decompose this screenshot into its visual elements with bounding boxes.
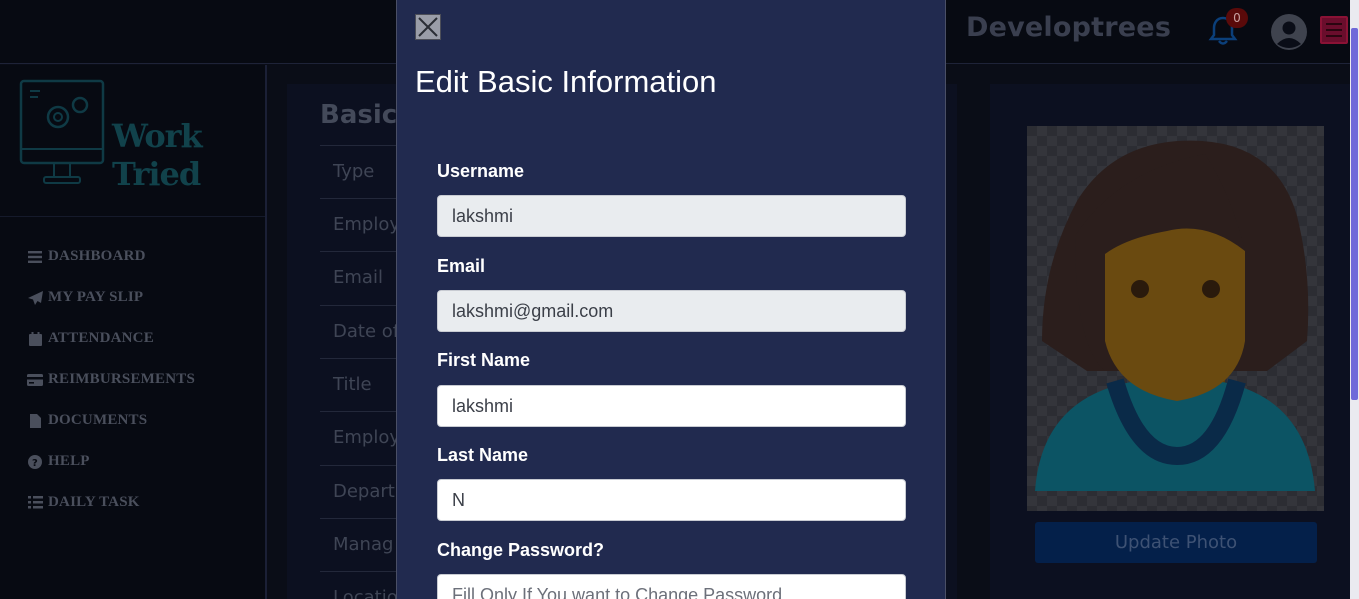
list-icon [26, 496, 44, 510]
info-row-label: Depart [333, 481, 395, 502]
logo[interactable]: Work Tried [0, 65, 265, 217]
sidebar-item-label: ATTENDANCE [48, 330, 154, 346]
info-row-label: Email [333, 267, 383, 288]
notification-badge: 0 [1226, 8, 1248, 28]
change-password-label: Change Password? [437, 540, 605, 560]
basic-info-title: Basic [320, 100, 398, 130]
user-avatar-icon[interactable] [1270, 13, 1308, 51]
sidebar-item-label: DASHBOARD [48, 248, 146, 264]
svg-text:?: ? [32, 458, 38, 469]
sidebar-item-dashboard[interactable]: DASHBOARD [26, 236, 195, 277]
info-row-label: Manag [333, 534, 394, 555]
info-row-label: Employ [333, 214, 400, 235]
hamburger-menu-button[interactable] [1320, 16, 1348, 44]
update-photo-button[interactable]: Update Photo [1035, 522, 1317, 563]
sidebar: Work Tried DASHBOARD MY PAY SLIP ATTENDA… [0, 65, 267, 599]
close-icon [418, 17, 438, 37]
female-avatar-illustration [1035, 140, 1315, 491]
edit-basic-info-modal: Edit Basic Information Username Email Fi… [396, 0, 946, 599]
info-row-label: Date of [333, 321, 400, 342]
email-label: Email [437, 256, 486, 276]
paper-plane-icon [26, 290, 44, 305]
question-circle-icon: ? [26, 454, 44, 469]
sidebar-item-reimbursements[interactable]: REIMBURSEMENTS [26, 359, 195, 400]
info-row-label: Title [333, 374, 372, 395]
close-button[interactable] [415, 14, 441, 40]
last-name-label: Last Name [437, 445, 529, 465]
username-field[interactable] [437, 195, 906, 237]
menu-line [1326, 29, 1342, 31]
sidebar-item-daily-task[interactable]: DAILY TASK [26, 482, 195, 523]
sidebar-item-documents[interactable]: DOCUMENTS [26, 400, 195, 441]
credit-card-icon [26, 373, 44, 387]
username-label: Username [437, 161, 525, 181]
sidebar-item-label: DAILY TASK [48, 494, 140, 510]
change-password-field[interactable] [437, 574, 906, 599]
last-name-field[interactable] [437, 479, 906, 521]
calendar-icon [26, 331, 44, 346]
email-field[interactable] [437, 290, 906, 332]
logo-text: Work Tried [112, 117, 203, 193]
scrollbar-thumb[interactable] [1351, 28, 1358, 400]
sidebar-item-help[interactable]: ? HELP [26, 441, 195, 482]
sidebar-item-label: DOCUMENTS [48, 412, 148, 428]
sidebar-item-my-pay-slip[interactable]: MY PAY SLIP [26, 277, 195, 318]
info-row-label: Type [333, 161, 375, 182]
bars-icon [26, 250, 44, 264]
profile-photo [1027, 126, 1324, 511]
menu-line [1326, 35, 1342, 37]
info-row-label: Locatio [333, 587, 398, 599]
first-name-label: First Name [437, 350, 531, 370]
info-row-label: Employ [333, 427, 400, 448]
sidebar-item-label: HELP [48, 453, 90, 469]
brand-name: Developtrees [966, 12, 1172, 43]
modal-title: Edit Basic Information [415, 64, 717, 99]
monitor-gear-icon [19, 79, 105, 184]
menu-line [1326, 23, 1342, 25]
sidebar-item-label: REIMBURSEMENTS [48, 371, 195, 387]
file-icon [26, 413, 44, 428]
sidebar-nav: DASHBOARD MY PAY SLIP ATTENDANCE REIMBUR… [26, 236, 195, 523]
first-name-field[interactable] [437, 385, 906, 427]
sidebar-item-label: MY PAY SLIP [48, 289, 144, 305]
sidebar-item-attendance[interactable]: ATTENDANCE [26, 318, 195, 359]
